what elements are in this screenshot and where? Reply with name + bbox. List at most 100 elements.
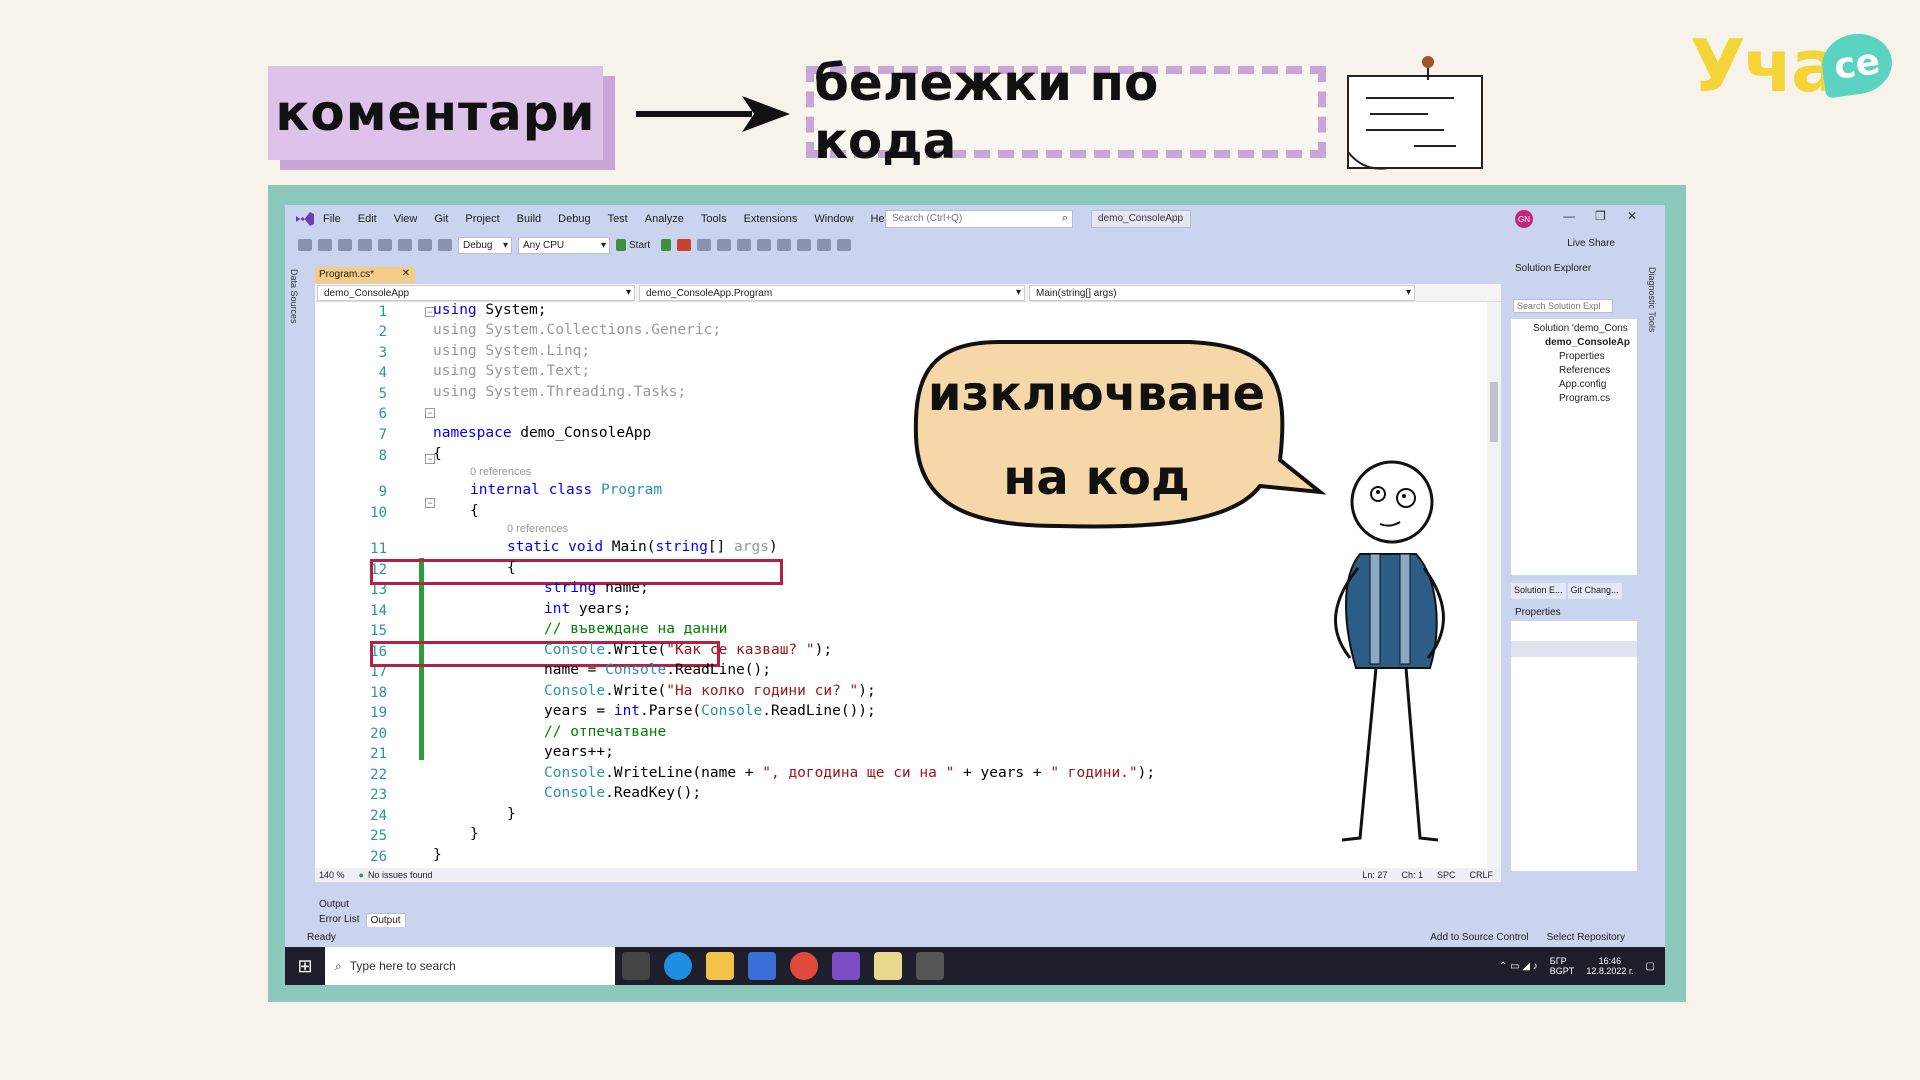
start-without-debug-icon[interactable]	[661, 239, 672, 251]
diagnostic-tools-strip[interactable]: Diagnostic Tools	[1643, 257, 1665, 769]
clock-time[interactable]: 16:46	[1599, 956, 1622, 966]
bookmark-icon[interactable]	[797, 239, 812, 251]
check-icon: ●	[358, 870, 364, 880]
menu-test[interactable]: Test	[608, 213, 628, 225]
tray-icons[interactable]: ⌃ ▭ ◢ ♪	[1499, 961, 1538, 972]
tab-program-cs[interactable]: Program.cs* ✕	[315, 267, 415, 283]
search-input[interactable]: Search (Ctrl+Q) ⌕	[885, 210, 1073, 228]
tree-app-config[interactable]: App.config	[1559, 379, 1606, 390]
issues-status[interactable]: No issues found	[368, 870, 433, 880]
code-text: .Write(	[605, 683, 667, 699]
keyword: string	[655, 539, 708, 555]
taskbar-search-input[interactable]: ⌕ Type here to search	[325, 947, 615, 985]
toolbar-icon-5[interactable]	[777, 239, 792, 251]
chrome-icon[interactable]	[790, 952, 818, 980]
properties-toolbar[interactable]	[1511, 641, 1637, 657]
code-text: name =	[544, 662, 606, 678]
fold-icon[interactable]: −	[425, 498, 435, 508]
task-view-icon[interactable]	[622, 952, 650, 980]
menu-debug[interactable]: Debug	[558, 213, 590, 225]
tree-properties[interactable]: Properties	[1559, 351, 1605, 362]
toolbar-icon-2[interactable]	[717, 239, 732, 251]
tab-output[interactable]: Output	[365, 913, 406, 928]
toolbar-icon-3[interactable]	[737, 239, 752, 251]
solution-search-input[interactable]: Search Solution Expl	[1513, 299, 1613, 313]
class-dropdown[interactable]: demo_ConsoleApp.Program	[639, 285, 1025, 301]
spacing-indicator[interactable]: SPC	[1437, 870, 1456, 880]
line-number: 15	[370, 623, 387, 639]
restore-icon[interactable]: ❐	[1595, 209, 1606, 223]
close-icon[interactable]: ✕	[1627, 209, 1637, 223]
start-icon[interactable]	[616, 239, 626, 251]
platform-select[interactable]: Any CPU	[518, 236, 610, 254]
menu-view[interactable]: View	[394, 213, 418, 225]
windows-start-icon[interactable]: ⊞	[285, 947, 325, 985]
undo-icon[interactable]	[418, 239, 432, 251]
toolbar-icon-1[interactable]	[697, 239, 712, 251]
line-number: 2	[378, 324, 387, 340]
config-select[interactable]: Debug	[458, 236, 512, 254]
bubble-text: изключване на код	[924, 352, 1269, 520]
store-icon[interactable]	[748, 952, 776, 980]
notifications-icon[interactable]: ▢	[1646, 961, 1655, 972]
clock-date[interactable]: 12.8.2022 г.	[1586, 966, 1633, 976]
member-dropdown[interactable]: Main(string[] args)	[1029, 285, 1415, 301]
menu-window[interactable]: Window	[814, 213, 853, 225]
bubble-line-1: изключване	[927, 366, 1266, 422]
keyboard-layout[interactable]: BGPT	[1550, 966, 1575, 976]
app-icon[interactable]	[916, 952, 944, 980]
zoom-level[interactable]: 140 %	[319, 870, 345, 880]
hot-reload-icon[interactable]	[677, 239, 692, 251]
toolbar-icon-7[interactable]	[837, 239, 852, 251]
codelens-references[interactable]: 0 references	[470, 466, 531, 478]
data-sources-strip[interactable]: Data Sources	[285, 257, 307, 769]
file-explorer-icon[interactable]	[706, 952, 734, 980]
avatar[interactable]: GN	[1515, 210, 1533, 228]
tab-solution-explorer[interactable]: Solution E...	[1511, 583, 1566, 599]
save-all-icon[interactable]	[398, 239, 412, 251]
start-button[interactable]: Start	[629, 240, 650, 251]
codelens-references[interactable]: 0 references	[507, 523, 568, 535]
fold-icon[interactable]: −	[425, 408, 435, 418]
select-repository-button[interactable]: Select Repository	[1547, 932, 1625, 943]
live-share-button[interactable]: Live Share	[1567, 238, 1615, 249]
tree-references[interactable]: References	[1559, 365, 1610, 376]
line-ending-indicator[interactable]: CRLF	[1469, 870, 1493, 880]
forward-icon[interactable]	[318, 239, 332, 251]
tree-solution[interactable]: Solution 'demo_Cons	[1533, 323, 1628, 334]
tab-git-changes[interactable]: Git Chang...	[1567, 583, 1622, 599]
new-project-icon[interactable]	[338, 239, 352, 251]
menu-analyze[interactable]: Analyze	[645, 213, 684, 225]
menu-edit[interactable]: Edit	[358, 213, 377, 225]
tab-error-list[interactable]: Error List	[315, 913, 364, 928]
menu-file[interactable]: File	[323, 213, 341, 225]
menu-tools[interactable]: Tools	[701, 213, 727, 225]
menu-build[interactable]: Build	[517, 213, 541, 225]
visual-studio-taskbar-icon[interactable]	[832, 952, 860, 980]
menu-git[interactable]: Git	[434, 213, 448, 225]
code-text: args	[734, 539, 769, 555]
visual-studio-logo-icon[interactable]	[295, 210, 315, 228]
save-icon[interactable]	[378, 239, 392, 251]
minimize-icon[interactable]: —	[1563, 209, 1575, 223]
tree-project[interactable]: demo_ConsoleAp	[1545, 337, 1630, 348]
string-literal: ", догодина ще си на "	[762, 765, 955, 781]
edge-icon[interactable]	[664, 952, 692, 980]
open-icon[interactable]	[358, 239, 372, 251]
add-to-source-control-button[interactable]: Add to Source Control	[1430, 932, 1528, 943]
project-dropdown[interactable]: demo_ConsoleApp	[317, 285, 635, 301]
solution-explorer-title: Solution Explorer	[1515, 263, 1592, 274]
close-tab-icon[interactable]: ✕	[402, 268, 410, 279]
redo-icon[interactable]	[438, 239, 452, 251]
editor-scrollbar[interactable]	[1487, 302, 1501, 868]
scrollbar-thumb[interactable]	[1490, 382, 1498, 442]
toolbar-icon-4[interactable]	[757, 239, 772, 251]
toolbar-icon-6[interactable]	[817, 239, 832, 251]
tree-program-cs[interactable]: Program.cs	[1559, 393, 1610, 404]
notes-icon[interactable]	[874, 952, 902, 980]
line-number: 8	[378, 448, 387, 464]
menu-extensions[interactable]: Extensions	[744, 213, 798, 225]
menu-project[interactable]: Project	[465, 213, 499, 225]
back-icon[interactable]	[298, 239, 312, 251]
keyboard-language[interactable]: БГР	[1550, 956, 1575, 966]
